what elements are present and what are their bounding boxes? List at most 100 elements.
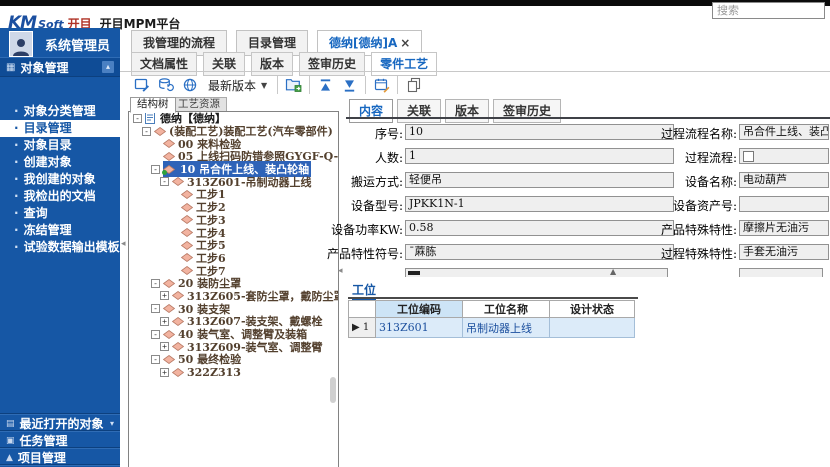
field-input-headcount[interactable]: 1 [405,148,674,164]
user-name: 系统管理员 [45,35,110,54]
column-header-design-status[interactable]: 设计状态 [550,301,635,318]
sidebar-item-object-directory[interactable]: ·对象目录 [0,137,120,154]
column-header-station-name[interactable]: 工位名称 [463,301,550,318]
sidebar-item-label: 试验数据输出模板 [24,240,120,254]
tree-node[interactable]: 工步4 [129,226,338,239]
sidebar-item-my-created-objects[interactable]: ·我创建的对象 [0,171,120,188]
sidebar-section-task-mgmt[interactable]: ▣任务管理 [0,431,120,449]
field-input-equipment-power[interactable]: 0.58 [405,220,674,236]
sidebar-item-object-class-mgmt[interactable]: ·对象分类管理 [0,103,120,120]
tree-node[interactable]: 工步3 [129,214,338,227]
tree-expander[interactable]: - [142,127,151,136]
tree-expander[interactable]: - [133,114,142,123]
field-input-equipment-model[interactable]: JPKK1N-1 [405,196,674,212]
tab-approval-history[interactable]: 签审历史 [299,52,365,76]
toolbar-separator [397,76,398,94]
bullet-icon: · [14,121,19,135]
tree-scrollbar-thumb[interactable] [330,377,336,403]
tree-expander[interactable]: + [160,317,169,326]
sidebar-section-object-management[interactable]: ▦ 对象管理 ▴ [0,57,120,77]
tree-expander[interactable]: - [151,355,160,364]
tree-node[interactable]: -313Z601-吊制动器上线 [129,175,338,188]
tree-expander[interactable]: + [160,342,169,351]
tree-node[interactable]: 工步1 [129,188,338,201]
search-input[interactable] [712,2,825,19]
tree-expander[interactable]: - [151,330,160,339]
tree-expander[interactable]: - [151,279,160,288]
field-input-equipment-asset-no[interactable] [739,196,829,212]
tree-expander[interactable]: - [151,165,160,174]
sidebar-item-test-data-template[interactable]: ·试验数据输出模板 [0,239,120,256]
tab-part-process[interactable]: 零件工艺 [371,52,437,76]
tab-label: 德纳[德纳]A [329,34,397,51]
sidebar-section-recent-objects[interactable]: ▤最近打开的对象▾ [0,414,120,432]
scroll-up-icon[interactable]: ▲ [610,267,616,276]
tab-content[interactable]: 内容 [349,99,393,123]
tree-expander[interactable]: + [160,291,169,300]
tree-expander[interactable]: + [160,368,169,377]
field-input-handling-method[interactable]: 轻便吊 [405,172,674,188]
cell-station-code[interactable]: 313Z601 [376,318,463,338]
version-selector[interactable]: 最新版本 ▼ [205,76,270,95]
tree-node[interactable]: 工步5 [129,239,338,252]
row-selector-cell[interactable]: ▶ 1 [349,318,376,338]
column-header-station-code[interactable]: 工位编码 [376,301,463,318]
field-input-product-char-symbol[interactable]: ˉ蔴胨 [405,244,674,260]
tree-expander[interactable]: - [160,177,169,186]
app-header: KM Soft 开目 开目MPM平台 [0,6,830,28]
database-sync-icon[interactable] [157,77,174,94]
field-input-process-special-char[interactable]: 手套无油污 [739,244,829,260]
tree-node[interactable]: -50 最终检验 [129,353,338,366]
calendar-edit-icon[interactable] [373,77,390,94]
user-avatar[interactable] [9,31,33,57]
sidebar-item-freeze-mgmt[interactable]: ·冻结管理 [0,222,120,239]
sidebar-collapse-handle[interactable]: ◂ [121,239,126,249]
field-input-process-flow[interactable] [739,148,829,164]
tab-versions[interactable]: 版本 [251,52,293,76]
table-row[interactable]: ▶ 1 313Z601 吊制动器上线 [349,318,635,338]
process-node-icon [172,342,184,351]
sidebar-item-my-checked-out-docs[interactable]: ·我检出的文档 [0,188,120,205]
process-node-icon [181,190,193,199]
tree-node[interactable]: 工步6 [129,252,338,265]
toolbar-separator [365,76,366,94]
tree-node[interactable]: 工步2 [129,201,338,214]
sidebar-item-query[interactable]: · 查询 [0,205,120,222]
tab-versions[interactable]: 版本 [445,99,489,123]
tab-label: 工艺资源 [178,98,220,110]
view-edit-icon[interactable] [133,77,150,94]
tree-expander[interactable]: - [151,304,160,313]
tab-structure-tree[interactable]: 结构树 [130,97,176,113]
copy-icon[interactable] [405,77,422,94]
process-node-icon [154,127,166,136]
section-collapse-icon[interactable]: ▴ [102,61,114,73]
tab-label: 关联 [212,57,236,71]
collapse-to-top-icon[interactable] [317,77,334,94]
folder-export-icon[interactable] [285,77,302,94]
sidebar-item-directory-mgmt[interactable]: ·目录管理 [0,120,120,137]
field-input-process-flow-name[interactable]: 吊合件上线、装凸轮轴 [739,124,829,140]
clipped-form-row [405,268,668,277]
sidebar-item-label: 查询 [24,206,48,220]
tree-node[interactable]: +322Z313 [129,366,338,379]
sidebar-section-project-mgmt[interactable]: ▲项目管理 [0,448,120,466]
tab-relations[interactable]: 关联 [203,52,245,76]
tab-doc-properties[interactable]: 文档属性 [131,52,197,76]
tab-relations[interactable]: 关联 [397,99,441,123]
field-input-equipment-name[interactable]: 电动葫芦 [739,172,829,188]
cell-design-status[interactable] [550,318,635,338]
globe-icon[interactable] [181,77,198,94]
splitter-collapse-handle[interactable]: ◂ [338,266,343,276]
chevron-down-icon[interactable]: ▾ [110,416,114,432]
expand-to-bottom-icon[interactable] [341,77,358,94]
close-icon[interactable]: × [400,36,410,50]
tree-node[interactable]: +313Z605-套防尘罩，戴防尘罩螺 [129,290,338,303]
tab-approval-history[interactable]: 签审历史 [493,99,561,123]
checkbox-icon[interactable] [743,151,754,162]
cell-station-name[interactable]: 吊制动器上线 [463,318,550,338]
field-input-product-special-char[interactable]: 摩擦片无油污 [739,220,829,236]
field-label-process-flow: 过程流程: [685,149,737,166]
bullet-icon: · [14,206,19,220]
sidebar-item-create-object[interactable]: ·创建对象 [0,154,120,171]
field-input-seq[interactable]: 10 [405,124,674,140]
